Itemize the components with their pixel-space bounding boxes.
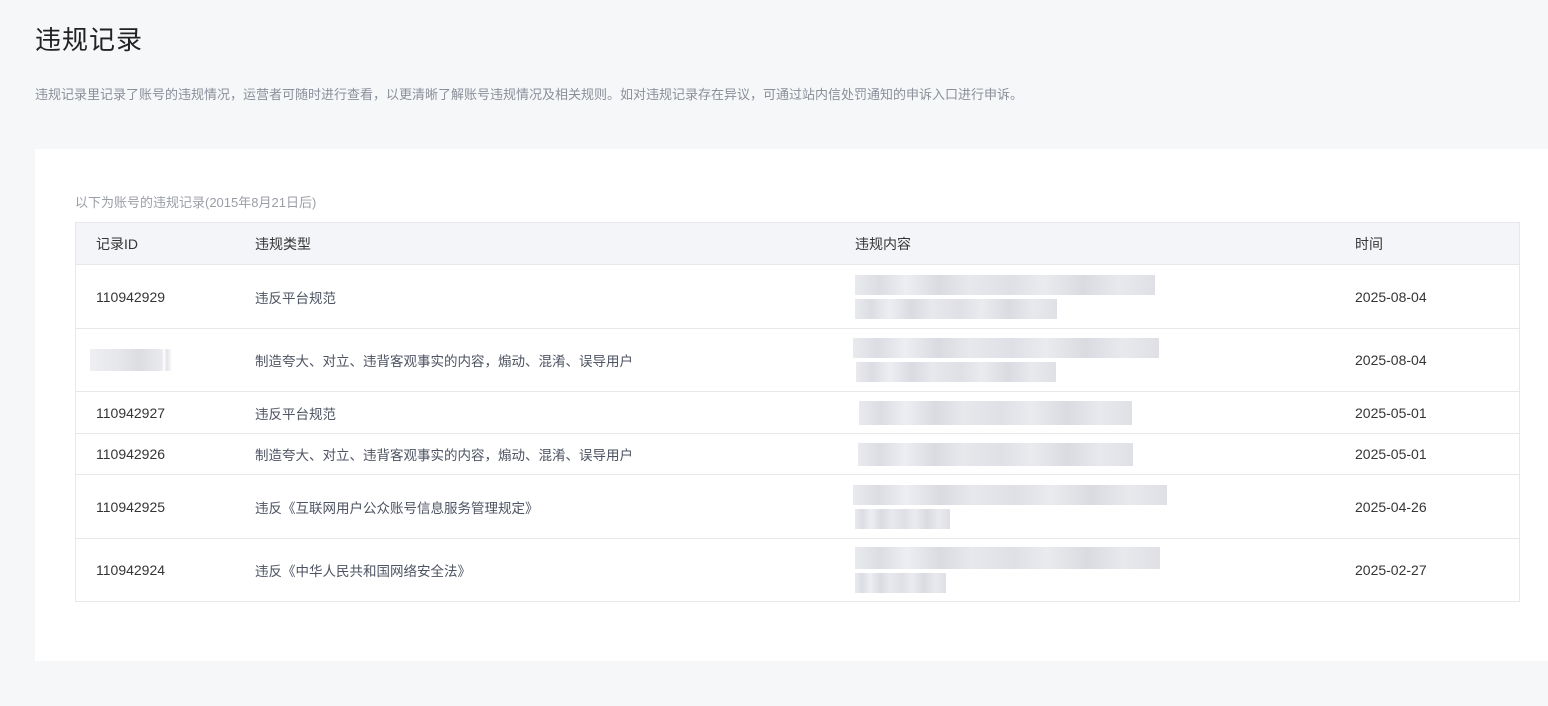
page-description: 违规记录里记录了账号的违规情况，运营者可随时进行查看，以更清晰了解账号违规情况及… [35,87,1024,102]
record-id-redacted [90,329,172,391]
table-row: 110942924 违反《中华人民共和国网络安全法》 2025-02-27 [76,538,1519,601]
header-time: 时间 [1355,235,1383,252]
redacted-text [855,274,1155,295]
record-id: 110942924 [96,562,166,578]
table-row: 制造夸大、对立、违背客观事实的内容，煽动、混淆、误导用户 2025-08-04 [76,328,1519,391]
records-card: 以下为账号的违规记录(2015年8月21日后) 记录ID 违规类型 违规内容 时… [35,149,1548,661]
record-content-redacted [853,475,1167,538]
table-header-row: 记录ID 违规类型 违规内容 时间 [76,223,1519,264]
table-row: 110942929 违反平台规范 2025-08-04 [76,264,1519,328]
record-type: 制造夸大、对立、违背客观事实的内容，煽动、混淆、误导用户 [255,354,633,369]
records-table: 记录ID 违规类型 违规内容 时间 110942929 违反平台规范 2025-… [75,222,1520,602]
table-row: 110942925 违反《互联网用户公众账号信息服务管理规定》 2025-04-… [76,474,1519,538]
record-type: 违反平台规范 [255,290,336,306]
record-time: 2025-08-04 [1355,288,1427,305]
redacted-text [855,547,1160,569]
header-type: 违规类型 [255,235,311,252]
record-time: 2025-08-04 [1355,352,1427,368]
record-type: 违反《中华人民共和国网络安全法》 [255,564,471,579]
record-time: 2025-04-26 [1355,498,1427,515]
redacted-text [855,508,950,529]
record-content-redacted [859,392,1132,433]
record-type: 制造夸大、对立、违背客观事实的内容，煽动、混淆、误导用户 [255,448,633,463]
record-id: 110942929 [96,288,166,305]
header-content: 违规内容 [855,235,911,252]
record-id: 110942925 [96,498,166,515]
record-type: 违反《互联网用户公众账号信息服务管理规定》 [255,500,539,516]
record-time: 2025-05-01 [1355,446,1427,462]
redacted-text [853,338,1159,358]
record-content-redacted [855,265,1155,328]
records-caption: 以下为账号的违规记录(2015年8月21日后) [75,195,317,210]
redacted-text [859,400,1132,425]
table-row: 110942927 违反平台规范 2025-05-01 [76,391,1519,433]
record-type: 违反平台规范 [255,406,336,422]
redacted-text [855,573,946,593]
record-content-redacted [858,434,1133,474]
record-id: 110942927 [96,404,166,421]
redacted-text [855,298,1057,319]
page-title: 违规记录 [35,25,144,55]
redacted-text [856,362,1056,382]
record-time: 2025-05-01 [1355,404,1427,421]
record-content-redacted [853,329,1159,391]
record-id: 110942926 [96,446,166,462]
redacted-id [90,349,172,371]
record-content-redacted [855,539,1160,601]
table-row: 110942926 制造夸大、对立、违背客观事实的内容，煽动、混淆、误导用户 2… [76,433,1519,474]
redacted-text [853,484,1167,505]
header-id: 记录ID [96,235,138,252]
record-time: 2025-02-27 [1355,562,1427,578]
redacted-text [858,442,1133,466]
